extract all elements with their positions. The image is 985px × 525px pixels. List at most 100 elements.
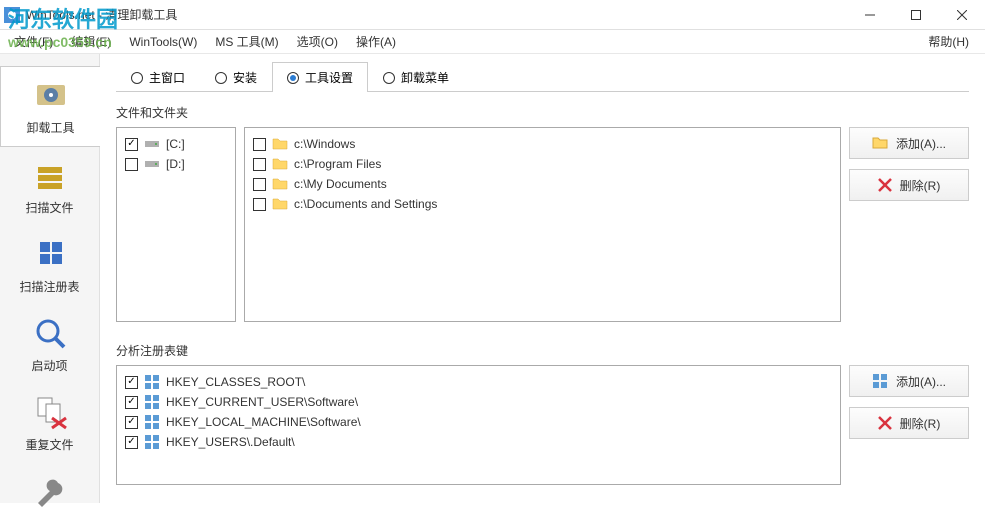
menubar: 文件(F) 编辑(E) WinTools(W) MS 工具(M) 选项(O) 操… [0,30,985,54]
sidebar-item-scan-files[interactable]: 扫描文件 [0,147,99,226]
uninstall-tool-icon [31,75,71,115]
add-registry-icon [872,373,888,389]
tab-main-window[interactable]: 主窗口 [116,62,200,92]
folder-row[interactable]: c:\My Documents [251,174,834,194]
registry-list[interactable]: HKEY_CLASSES_ROOT\ HKEY_CURRENT_USER\Sof… [116,365,841,485]
remove-folder-button[interactable]: 删除(R) [849,169,969,201]
checkbox-icon[interactable] [125,416,138,429]
sidebar-item-label: 扫描文件 [25,199,73,216]
checkbox-icon[interactable] [253,198,266,211]
tab-uninstall-menu[interactable]: 卸载菜单 [368,62,464,92]
registry-icon [144,434,160,450]
menu-help[interactable]: 帮助(H) [920,31,977,52]
sidebar-item-uninstall-tool[interactable]: 卸载工具 [0,66,100,147]
registry-row[interactable]: HKEY_CLASSES_ROOT\ [123,372,834,392]
close-button[interactable] [939,0,985,30]
folders-list[interactable]: c:\Windows c:\Program Files c:\My Docume… [244,127,841,322]
button-label: 删除(R) [900,177,941,194]
scan-registry-icon [30,234,70,274]
sidebar-item-duplicate-files[interactable]: 重复文件 [0,384,99,463]
scan-files-icon [30,155,70,195]
registry-label: 分析注册表键 [116,342,969,359]
sidebar-item-label: 启动项 [31,357,67,374]
radio-icon [383,72,395,84]
sidebar-item-scan-registry[interactable]: 扫描注册表 [0,226,99,305]
registry-row[interactable]: HKEY_LOCAL_MACHINE\Software\ [123,412,834,432]
tab-tool-settings[interactable]: 工具设置 [272,62,368,92]
add-registry-button[interactable]: 添加(A)... [849,365,969,397]
button-label: 添加(A)... [896,373,946,390]
sidebar-item-label: 卸载工具 [26,119,74,136]
add-folder-icon [872,135,888,151]
button-label: 添加(A)... [896,135,946,152]
registry-row[interactable]: HKEY_CURRENT_USER\Software\ [123,392,834,412]
menu-wintools[interactable]: WinTools(W) [121,33,205,51]
drive-row[interactable]: [C:] [123,134,229,154]
drive-label: [D:] [166,157,185,171]
remove-icon [878,178,892,192]
startup-icon [30,313,70,353]
folder-row[interactable]: c:\Windows [251,134,834,154]
checkbox-icon[interactable] [125,396,138,409]
tab-label: 主窗口 [149,69,185,86]
duplicate-files-icon [30,392,70,432]
drives-list[interactable]: [C:] [D:] [116,127,236,322]
checkbox-icon[interactable] [125,138,138,151]
registry-row[interactable]: HKEY_USERS\.Default\ [123,432,834,452]
folder-icon [272,136,288,152]
registry-path: HKEY_CURRENT_USER\Software\ [166,395,358,409]
app-icon [4,7,20,23]
menu-actions[interactable]: 操作(A) [348,31,404,52]
drive-label: [C:] [166,137,185,151]
sidebar-item-label: 重复文件 [25,436,73,453]
menu-edit[interactable]: 编辑(E) [63,31,119,52]
radio-icon [131,72,143,84]
add-folder-button[interactable]: 添加(A)... [849,127,969,159]
tab-label: 安装 [233,69,257,86]
registry-path: HKEY_CLASSES_ROOT\ [166,375,305,389]
sidebar-item-tools[interactable] [0,463,99,525]
folder-path: c:\Documents and Settings [294,197,437,211]
remove-registry-button[interactable]: 删除(R) [849,407,969,439]
files-folders-label: 文件和文件夹 [116,104,969,121]
content-area: 主窗口 安装 工具设置 卸载菜单 文件和文件夹 [C:] [D:] [100,54,985,503]
maximize-button[interactable] [893,0,939,30]
checkbox-icon[interactable] [125,436,138,449]
drive-icon [144,136,160,152]
titlebar: WinTools.net - 清理卸载工具 [0,0,985,30]
tab-install[interactable]: 安装 [200,62,272,92]
drive-row[interactable]: [D:] [123,154,229,174]
minimize-button[interactable] [847,0,893,30]
checkbox-icon[interactable] [253,138,266,151]
remove-icon [878,416,892,430]
checkbox-icon[interactable] [125,158,138,171]
folder-icon [272,176,288,192]
folder-path: c:\Windows [294,137,355,151]
tabs: 主窗口 安装 工具设置 卸载菜单 [116,62,969,92]
checkbox-icon[interactable] [125,376,138,389]
folder-row[interactable]: c:\Program Files [251,154,834,174]
folder-icon [272,196,288,212]
sidebar-item-label: 扫描注册表 [19,278,79,295]
folder-path: c:\My Documents [294,177,387,191]
registry-icon [144,394,160,410]
tab-label: 卸载菜单 [401,69,449,86]
window-title: WinTools.net - 清理卸载工具 [26,6,177,23]
button-label: 删除(R) [900,415,941,432]
registry-path: HKEY_USERS\.Default\ [166,435,295,449]
menu-mstools[interactable]: MS 工具(M) [207,31,286,52]
sidebar: 卸载工具 扫描文件 扫描注册表 启动项 重复文件 [0,54,100,503]
folder-path: c:\Program Files [294,157,381,171]
sidebar-item-startup[interactable]: 启动项 [0,305,99,384]
registry-icon [144,414,160,430]
folder-row[interactable]: c:\Documents and Settings [251,194,834,214]
folder-icon [272,156,288,172]
drive-icon [144,156,160,172]
checkbox-icon[interactable] [253,158,266,171]
menu-file[interactable]: 文件(F) [6,31,61,52]
radio-icon [215,72,227,84]
menu-options[interactable]: 选项(O) [289,31,346,52]
checkbox-icon[interactable] [253,178,266,191]
registry-icon [144,374,160,390]
registry-path: HKEY_LOCAL_MACHINE\Software\ [166,415,361,429]
